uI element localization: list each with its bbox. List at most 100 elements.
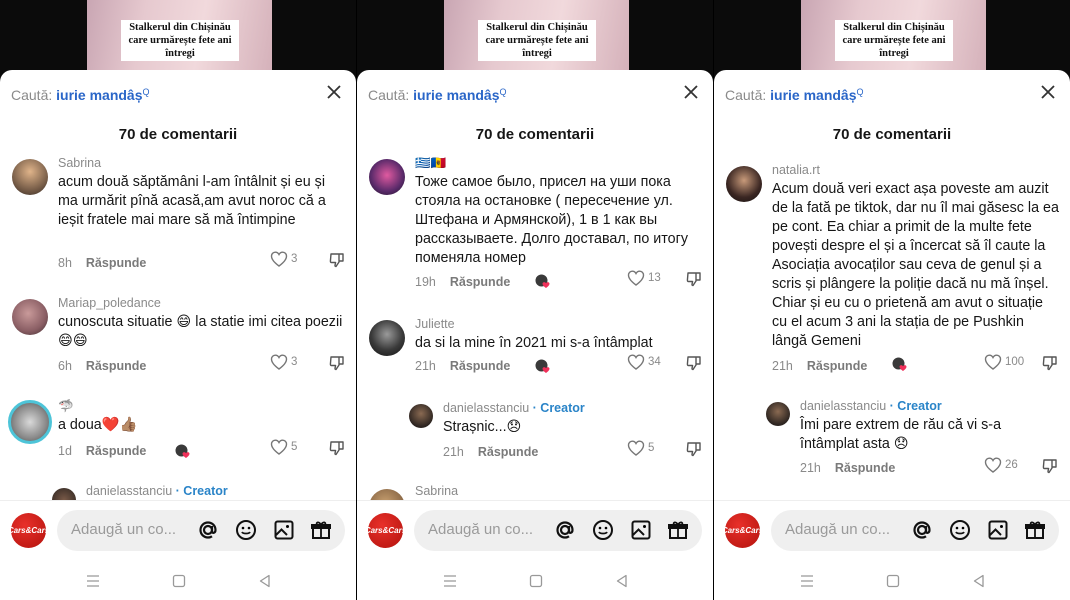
emoji-icon[interactable]: [948, 518, 972, 542]
reply-button[interactable]: Răspunde: [450, 275, 510, 289]
gift-icon[interactable]: [1023, 518, 1047, 542]
like-button[interactable]: 3: [270, 251, 297, 267]
comment-meta: 21h Răspunde: [443, 445, 538, 459]
avatar[interactable]: [12, 159, 48, 195]
thumbs-down-icon[interactable]: [329, 440, 345, 456]
comment-time: 1d: [58, 444, 72, 458]
back-icon[interactable]: [258, 574, 272, 588]
search-query[interactable]: iurie mandâș: [413, 87, 499, 103]
creator-badge: · Creator: [175, 484, 228, 498]
gift-icon[interactable]: [666, 518, 690, 542]
image-icon[interactable]: [986, 518, 1010, 542]
search-query[interactable]: iurie mandâș: [770, 87, 856, 103]
like-button[interactable]: 13: [627, 270, 661, 286]
creator-badge: · Creator: [532, 401, 585, 415]
close-icon[interactable]: [326, 84, 342, 100]
like-button[interactable]: 5: [270, 439, 297, 455]
comment-time: 21h: [800, 461, 821, 475]
search-label: Caută:: [368, 87, 410, 103]
thumbs-down-icon[interactable]: [1042, 355, 1058, 371]
comment-username[interactable]: Sabrina: [58, 156, 101, 170]
close-icon[interactable]: [683, 84, 699, 100]
reply-button[interactable]: Răspunde: [835, 461, 895, 475]
creator-username[interactable]: danielasstanciu: [800, 399, 886, 413]
home-icon[interactable]: [172, 574, 186, 588]
reply-button[interactable]: Răspunde: [86, 256, 146, 270]
comment-input[interactable]: Adaugă un co...: [414, 510, 702, 551]
home-icon[interactable]: [886, 574, 900, 588]
comment-time: 8h: [58, 256, 72, 270]
at-icon[interactable]: [910, 518, 934, 542]
comment-text: a doua❤️👍🏽: [58, 417, 138, 433]
avatar[interactable]: [12, 299, 48, 335]
back-icon[interactable]: [615, 574, 629, 588]
image-icon[interactable]: [629, 518, 653, 542]
comment-meta: 8h Răspunde: [58, 256, 146, 270]
brand-logo[interactable]: Cars&Cars: [365, 513, 406, 548]
comment-text: Acum două veri exact așa poveste am auzi…: [772, 181, 1059, 349]
avatar[interactable]: [369, 159, 405, 195]
comment-username[interactable]: Juliette: [415, 317, 455, 331]
reply-button[interactable]: Răspunde: [86, 444, 146, 458]
comment-username[interactable]: natalia.rt: [772, 163, 820, 177]
avatar[interactable]: [766, 402, 790, 426]
creator-liked-icon: [535, 359, 550, 373]
comments-panel-1: Stalkerul din Chișinău care urmărește fe…: [0, 0, 356, 600]
avatar[interactable]: [8, 400, 52, 444]
search-sup: Q: [499, 87, 507, 97]
like-button[interactable]: 34: [627, 354, 661, 370]
avatar[interactable]: [726, 166, 762, 202]
thumbs-down-icon[interactable]: [329, 355, 345, 371]
reply-button[interactable]: Răspunde: [807, 359, 867, 373]
like-count: 34: [648, 356, 661, 368]
comment-text: Îmi pare extrem de rău că vi s-a întâmpl…: [800, 417, 1002, 452]
comment-input[interactable]: Adaugă un co...: [57, 510, 345, 551]
comment-username[interactable]: danielasstanciu · Creator: [86, 484, 228, 498]
comment-username[interactable]: Mariap_poledance: [58, 296, 161, 310]
creator-username[interactable]: danielasstanciu: [443, 401, 529, 415]
brand-logo[interactable]: Cars&Cars: [8, 513, 49, 548]
search-suggestion[interactable]: Caută: iurie mandâșQ: [11, 87, 150, 103]
like-button[interactable]: 26: [984, 457, 1018, 473]
search-suggestion[interactable]: Caută: iurie mandâșQ: [368, 87, 507, 103]
comment-input[interactable]: Adaugă un co...: [771, 510, 1059, 551]
image-icon[interactable]: [272, 518, 296, 542]
emoji-icon[interactable]: [234, 518, 258, 542]
home-icon[interactable]: [529, 574, 543, 588]
system-nav-bar: [0, 564, 356, 600]
thumbs-down-icon[interactable]: [686, 355, 702, 371]
like-button[interactable]: 5: [627, 440, 654, 456]
comment-username[interactable]: danielasstanciu · Creator: [443, 401, 585, 415]
back-icon[interactable]: [972, 574, 986, 588]
search-suggestion[interactable]: Caută: iurie mandâșQ: [725, 87, 864, 103]
thumbs-down-icon[interactable]: [686, 441, 702, 457]
thumbs-down-icon[interactable]: [1042, 458, 1058, 474]
comment-meta: 19h Răspunde: [415, 275, 510, 289]
reply-button[interactable]: Răspunde: [86, 359, 146, 373]
like-button[interactable]: 3: [270, 354, 297, 370]
thumbs-down-icon[interactable]: [329, 252, 345, 268]
system-nav-bar: [714, 564, 1070, 600]
comment-username[interactable]: 🇬🇷🇲🇩: [415, 156, 446, 171]
creator-username[interactable]: danielasstanciu: [86, 484, 172, 498]
at-icon[interactable]: [553, 518, 577, 542]
menu-icon[interactable]: [443, 574, 457, 588]
comment-username[interactable]: danielasstanciu · Creator: [800, 399, 942, 413]
search-query[interactable]: iurie mandâș: [56, 87, 142, 103]
comment-username[interactable]: Sabrina: [415, 484, 458, 498]
gift-icon[interactable]: [309, 518, 333, 542]
emoji-icon[interactable]: [591, 518, 615, 542]
thumbs-down-icon[interactable]: [686, 271, 702, 287]
reply-button[interactable]: Răspunde: [478, 445, 538, 459]
comment-username[interactable]: 🦈: [58, 399, 74, 414]
reply-button[interactable]: Răspunde: [450, 359, 510, 373]
brand-logo[interactable]: Cars&Cars: [722, 513, 763, 548]
at-icon[interactable]: [196, 518, 220, 542]
menu-icon[interactable]: [86, 574, 100, 588]
avatar[interactable]: [369, 320, 405, 356]
menu-icon[interactable]: [800, 574, 814, 588]
like-button[interactable]: 100: [984, 354, 1024, 370]
avatar[interactable]: [409, 404, 433, 428]
close-icon[interactable]: [1040, 84, 1056, 100]
comment-text: da si la mine în 2021 mi s-a întâmplat: [415, 335, 653, 351]
